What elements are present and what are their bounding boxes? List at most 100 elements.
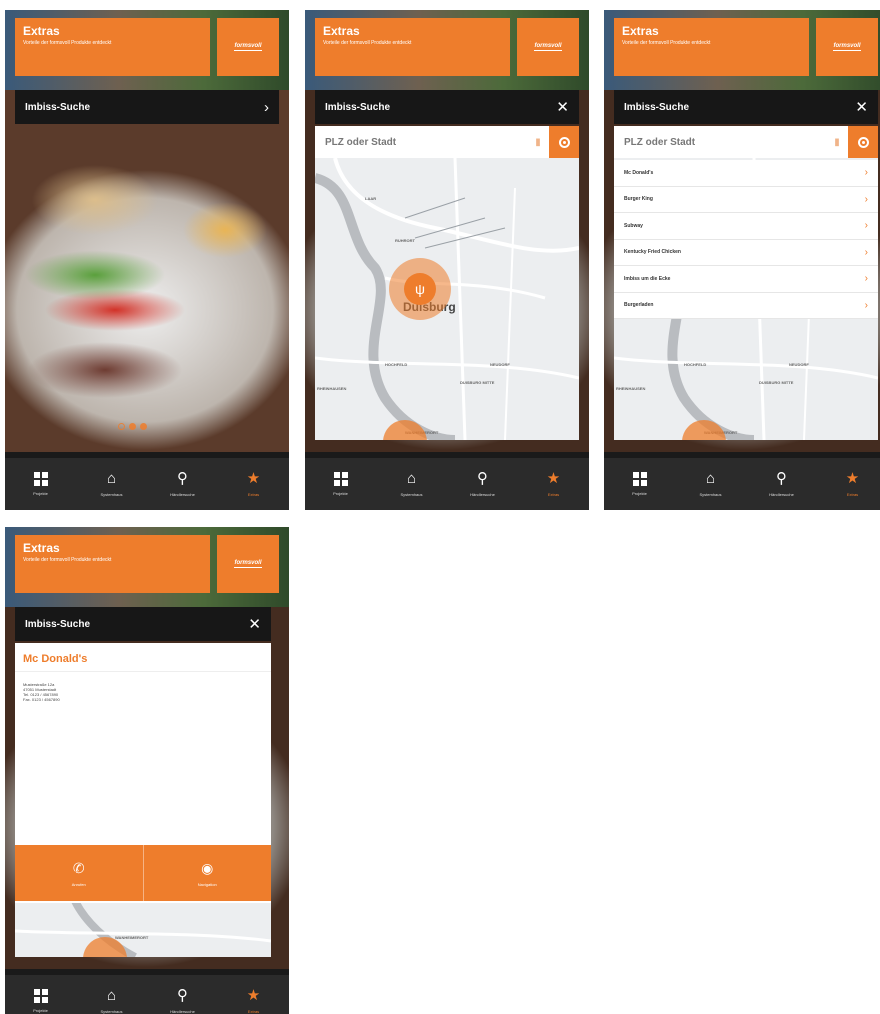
chevron-right-icon[interactable]: ›	[264, 100, 269, 115]
carousel-dot[interactable]	[129, 423, 136, 430]
imbiss-search-header[interactable]: Imbiss-Suche ›	[15, 90, 279, 124]
extras-title: Extras	[622, 24, 659, 38]
bottom-tab-bar: Projekte ⌂ Systemhaus ⚲ Händlersuche ★ Extr…	[5, 452, 289, 510]
tab-label: Händlersuche	[470, 492, 495, 497]
close-icon[interactable]: ✕	[855, 100, 868, 115]
detail-address: Musterstraße 12a 47051 Musterstadt Tel. …	[15, 672, 271, 712]
tab-label: Extras	[547, 492, 560, 497]
map-label: WANHEIMERORT	[115, 935, 149, 940]
list-item[interactable]: Imbiss um die Ecke ›	[614, 266, 878, 293]
search-input[interactable]: PLZ oder Stadt ▮	[315, 126, 579, 158]
result-name: Kentucky Fried Chicken	[624, 249, 681, 256]
extras-header: Extras Vorteile der formsvoll Produkte e…	[15, 18, 210, 76]
home-icon: ⌂	[406, 470, 417, 487]
logo-text: formsvoll	[234, 43, 262, 51]
tab-extras[interactable]: ★ Extras	[817, 458, 880, 510]
screen-imbiss-list: Extras Vorteile der formsvoll Produkte e…	[604, 10, 880, 510]
navigate-button[interactable]: ◉ Navigation	[142, 845, 271, 901]
plz-input-text[interactable]: PLZ oder Stadt	[315, 137, 527, 148]
chevron-right-icon: ›	[864, 193, 868, 205]
crosshair-icon	[558, 136, 570, 148]
brand-logo[interactable]: formsvoll	[217, 18, 279, 76]
carousel-dot[interactable]	[140, 423, 147, 430]
search-title: Imbiss-Suche	[325, 101, 391, 113]
home-icon: ⌂	[106, 470, 117, 487]
tab-label: Extras	[846, 492, 859, 497]
fork-knife-icon: ψ	[404, 273, 436, 305]
extras-title: Extras	[23, 24, 60, 38]
brand-logo[interactable]: formsvoll	[816, 18, 878, 76]
map-label: RHEINHAUSEN	[317, 386, 347, 391]
tab-systemhaus[interactable]: ⌂ Systemhaus	[76, 975, 147, 1014]
call-button[interactable]: ✆ Anrufen	[15, 845, 143, 901]
star-icon: ★	[546, 470, 561, 487]
tab-extras[interactable]: ★ Extras	[218, 458, 289, 510]
location-pin-icon: ⚲	[177, 987, 188, 1004]
trash-icon[interactable]: ▮	[826, 137, 848, 148]
trash-icon[interactable]: ▮	[527, 137, 549, 148]
map-view[interactable]: LAAR RUHRORT HOCHFELD NEUDORF DUISBURG M…	[315, 158, 579, 440]
search-title: Imbiss-Suche	[25, 618, 91, 630]
result-name: Mc Donald's	[624, 169, 654, 176]
star-icon: ★	[246, 470, 261, 487]
logo-text: formsvoll	[833, 43, 861, 51]
tab-projekte[interactable]: Projekte	[305, 458, 376, 510]
map-view[interactable]: WANHEIMERORT	[15, 901, 271, 957]
grid-icon	[33, 989, 48, 1003]
result-list: Mc Donald's › Burger King › Subway › Kentuc…	[614, 160, 878, 319]
result-name: Subway	[624, 222, 643, 229]
extras-title: Extras	[23, 541, 60, 555]
locate-button[interactable]	[848, 126, 878, 158]
map-label: DUISBURG MITTE	[460, 380, 495, 385]
list-item[interactable]: Subway ›	[614, 213, 878, 240]
extras-header: Extras Vorteile der formsvoll Produkte e…	[15, 535, 210, 593]
list-item[interactable]: Burger King ›	[614, 187, 878, 213]
tab-haendlersuche[interactable]: ⚲ Händlersuche	[447, 458, 518, 510]
carousel-dots[interactable]	[118, 423, 147, 430]
tab-extras[interactable]: ★ Extras	[518, 458, 589, 510]
search-input[interactable]: PLZ oder Stadt ▮	[614, 126, 878, 158]
tab-systemhaus[interactable]: ⌂ Systemhaus	[376, 458, 447, 510]
tab-extras[interactable]: ★ Extras	[218, 975, 289, 1014]
bottom-tab-bar: Projekte ⌂ Systemhaus ⚲ Händlersuche ★ Extr…	[305, 452, 589, 510]
map-pin[interactable]: ψ	[389, 258, 451, 320]
list-item[interactable]: Kentucky Fried Chicken ›	[614, 240, 878, 266]
map-label: NEUDORF	[490, 362, 510, 367]
result-name: Imbiss um die Ecke	[624, 275, 671, 282]
tab-systemhaus[interactable]: ⌂ Systemhaus	[76, 458, 147, 510]
list-item[interactable]: Mc Donald's ›	[614, 160, 878, 187]
tab-label: Extras	[247, 492, 260, 497]
brand-logo[interactable]: formsvoll	[217, 535, 279, 593]
tab-haendlersuche[interactable]: ⚲ Händlersuche	[746, 458, 817, 510]
tab-projekte[interactable]: Projekte	[604, 458, 675, 510]
result-name: Burgerladen	[624, 302, 654, 309]
close-icon[interactable]: ✕	[556, 100, 569, 115]
map-label: RHEINHAUSEN	[616, 386, 646, 391]
location-pin-icon: ⚲	[477, 470, 488, 487]
result-name: Burger King	[624, 196, 653, 203]
map-label: LAAR	[365, 196, 377, 201]
extras-title: Extras	[323, 24, 360, 38]
tab-label: Extras	[247, 1009, 260, 1014]
locate-button[interactable]	[549, 126, 579, 158]
tab-label: Händlersuche	[769, 492, 794, 497]
plz-input-text[interactable]: PLZ oder Stadt	[614, 137, 826, 148]
tab-label: Systemhaus	[400, 492, 423, 497]
chevron-right-icon: ›	[864, 246, 868, 258]
carousel-dot[interactable]	[118, 423, 125, 430]
close-icon[interactable]: ✕	[248, 617, 261, 632]
tab-projekte[interactable]: Projekte	[5, 458, 76, 510]
tab-systemhaus[interactable]: ⌂ Systemhaus	[675, 458, 746, 510]
screen-imbiss-map: Extras Vorteile der formsvoll Produkte e…	[305, 10, 589, 510]
imbiss-search-header: Imbiss-Suche ✕	[614, 90, 878, 124]
tab-label: Händlersuche	[170, 1009, 195, 1014]
grid-icon	[33, 472, 48, 486]
tab-label: Projekte	[33, 491, 48, 496]
extras-header: Extras Vorteile der formsvoll Produkte e…	[614, 18, 809, 76]
tab-label: Projekte	[333, 491, 348, 496]
brand-logo[interactable]: formsvoll	[517, 18, 579, 76]
tab-haendlersuche[interactable]: ⚲ Händlersuche	[147, 458, 218, 510]
tab-haendlersuche[interactable]: ⚲ Händlersuche	[147, 975, 218, 1014]
list-item[interactable]: Burgerladen ›	[614, 293, 878, 319]
tab-projekte[interactable]: Projekte	[5, 975, 76, 1014]
